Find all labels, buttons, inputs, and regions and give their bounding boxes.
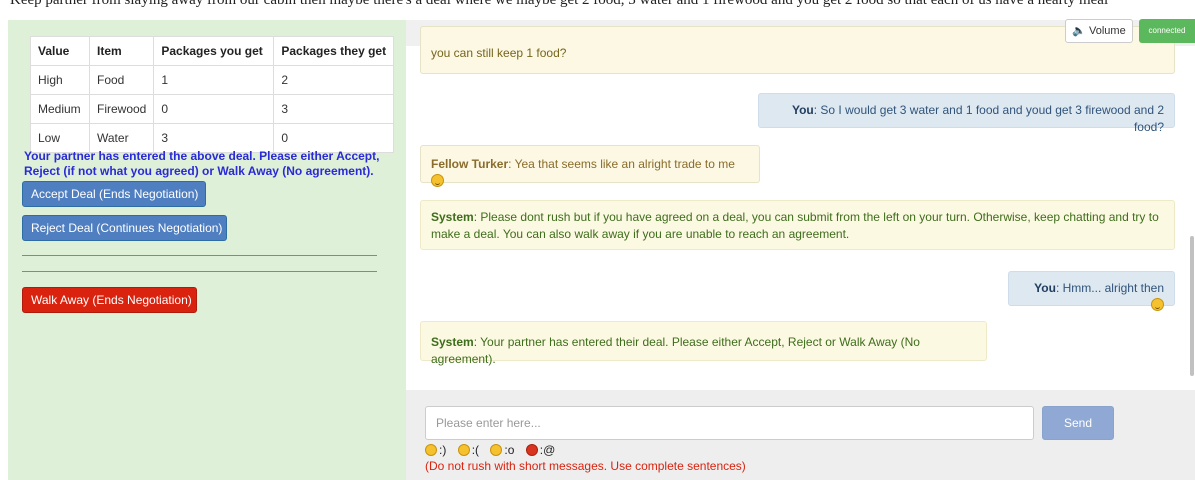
table-header-row: Value Item Packages you get Packages the… — [30, 36, 395, 66]
smile-emoji-icon — [1151, 298, 1164, 311]
emoji-sad-item[interactable]: :( — [457, 443, 480, 457]
message-text: : Please dont rush but if you have agree… — [431, 210, 1159, 241]
partner-deal-notice: Your partner has entered the above deal.… — [24, 149, 380, 178]
top-strip-text: Keep partner from slaying away from our … — [10, 0, 1109, 8]
message-text: you can still keep 1 food? — [431, 46, 567, 60]
table-cell: Food — [88, 65, 155, 95]
divider — [22, 271, 377, 272]
surprised-emoji-icon — [490, 444, 503, 456]
table-header-item: Item — [88, 36, 155, 66]
chat-message-partner: Fellow Turker: Yea that seems like an al… — [420, 145, 760, 187]
emoji-code: :@ — [539, 443, 556, 457]
emoji-surprised-item[interactable]: :o — [490, 443, 514, 457]
table-cell: Medium — [30, 94, 90, 124]
chat-scrollbar[interactable] — [1190, 236, 1194, 376]
top-strip: Keep partner from slaying away from our … — [0, 0, 1195, 20]
send-button[interactable]: Send — [1042, 406, 1114, 440]
table-cell: 1 — [153, 65, 275, 95]
smile-emoji-icon — [431, 174, 444, 187]
emoji-code: :) — [439, 443, 447, 457]
rush-warning: (Do not rush with short messages. Use co… — [425, 459, 746, 473]
message-sender: System — [431, 210, 474, 224]
chat-message-input[interactable] — [425, 406, 1034, 440]
deal-panel: Value Item Packages you get Packages the… — [8, 20, 406, 480]
divider — [22, 255, 377, 256]
table-cell: 2 — [273, 65, 395, 95]
message-sender: System — [431, 335, 474, 349]
emoji-smile-item[interactable]: :) — [425, 443, 446, 457]
table-header-you-get: Packages you get — [153, 36, 275, 66]
table-row: High Food 1 2 — [30, 65, 395, 95]
chat-message-you: You: So I would get 3 water and 1 food a… — [758, 93, 1175, 134]
message-text: : Hmm... alright then — [1055, 281, 1164, 295]
volume-button[interactable]: 🔈 Volume — [1065, 19, 1133, 43]
walk-away-button[interactable]: Walk Away (Ends Negotiation) — [22, 287, 197, 313]
emoji-bar: :) :( :o :@ — [425, 443, 563, 457]
accept-deal-button[interactable]: Accept Deal (Ends Negotiation) — [22, 181, 206, 207]
table-row: Medium Firewood 0 3 — [30, 94, 395, 124]
message-text: : Yea that seems like an alright trade t… — [508, 157, 735, 171]
emoji-code: :( — [471, 443, 480, 457]
chat-message: you can still keep 1 food? — [420, 26, 1175, 74]
chat-message-you: You: Hmm... alright then — [1008, 271, 1175, 311]
smile-emoji-icon — [425, 444, 437, 456]
connection-status-badge: connected — [1139, 19, 1195, 43]
message-sender: Fellow Turker — [431, 157, 509, 171]
deal-table: Value Item Packages you get Packages the… — [30, 36, 395, 153]
sad-emoji-icon — [457, 444, 470, 456]
table-cell: 0 — [153, 94, 275, 124]
table-cell: High — [30, 65, 90, 95]
chat-message-system: System: Your partner has entered their d… — [420, 321, 987, 366]
table-header-they-get: Packages they get — [273, 36, 395, 66]
message-sender: You — [1034, 281, 1056, 295]
table-header-value: Value — [30, 36, 90, 66]
table-cell: Firewood — [88, 94, 155, 124]
chat-message-system: System: Please dont rush but if you have… — [420, 200, 1175, 250]
angry-emoji-icon — [525, 444, 538, 456]
emoji-code: :o — [504, 443, 515, 457]
table-cell: 3 — [273, 94, 395, 124]
message-sender: You — [791, 103, 814, 117]
emoji-angry-item[interactable]: :@ — [525, 443, 556, 457]
reject-deal-button[interactable]: Reject Deal (Continues Negotiation) — [22, 215, 227, 241]
